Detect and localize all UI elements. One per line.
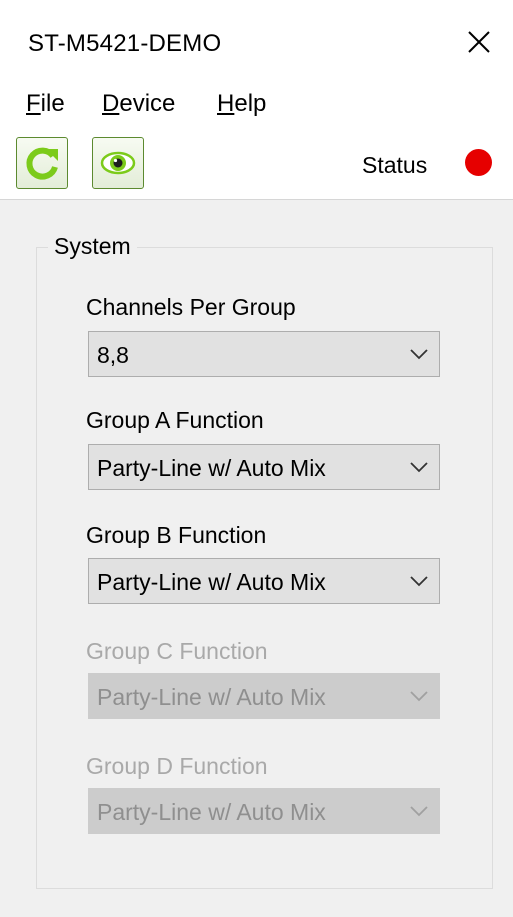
chevron-down-icon: [410, 349, 428, 360]
menu-file[interactable]: File: [26, 90, 65, 118]
chevron-down-icon: [410, 462, 428, 473]
refresh-button[interactable]: [16, 137, 68, 189]
app-window: ST-M5421-DEMO File Device Help Status Sy…: [0, 0, 513, 917]
channels-per-group-label: Channels Per Group: [86, 294, 296, 320]
group-c-function-select: Party-Line w/ Auto Mix: [88, 673, 440, 719]
menu-help-accel: H: [217, 90, 235, 117]
menu-device-accel: D: [102, 90, 120, 117]
group-c-function-label: Group C Function: [86, 638, 268, 664]
group-a-function-label: Group A Function: [86, 407, 264, 433]
chevron-down-icon: [410, 576, 428, 587]
menu-help[interactable]: Help: [217, 90, 266, 118]
group-a-function-select[interactable]: Party-Line w/ Auto Mix: [88, 444, 440, 490]
group-d-function-label: Group D Function: [86, 753, 268, 779]
menu-file-label: ile: [40, 90, 65, 117]
channels-per-group-value: 8,8: [97, 342, 129, 368]
close-icon: [468, 31, 490, 53]
group-b-function-value: Party-Line w/ Auto Mix: [97, 569, 326, 595]
group-b-function-label: Group B Function: [86, 522, 267, 548]
window-title: ST-M5421-DEMO: [28, 30, 222, 57]
chevron-down-icon: [410, 806, 428, 817]
chevron-down-icon: [410, 691, 428, 702]
menu-file-accel: F: [26, 90, 41, 117]
menu-bar: File Device Help: [0, 86, 513, 126]
toolbar: [0, 126, 513, 200]
group-b-function-select[interactable]: Party-Line w/ Auto Mix: [88, 558, 440, 604]
group-d-function-value: Party-Line w/ Auto Mix: [97, 799, 326, 825]
channels-per-group-select[interactable]: 8,8: [88, 331, 440, 377]
group-d-function-select: Party-Line w/ Auto Mix: [88, 788, 440, 834]
menu-help-label: elp: [234, 90, 267, 117]
status-indicator: [465, 149, 492, 176]
menu-device[interactable]: Device: [102, 90, 175, 118]
group-c-function-value: Party-Line w/ Auto Mix: [97, 684, 326, 710]
view-button[interactable]: [92, 137, 144, 189]
system-group-title: System: [48, 233, 137, 260]
title-bar: ST-M5421-DEMO: [0, 0, 513, 86]
menu-device-label: evice: [119, 90, 176, 117]
group-a-function-value: Party-Line w/ Auto Mix: [97, 455, 326, 481]
refresh-icon: [26, 147, 58, 180]
status-label: Status: [362, 152, 428, 178]
eye-icon: [100, 151, 136, 175]
close-button[interactable]: [459, 22, 499, 62]
